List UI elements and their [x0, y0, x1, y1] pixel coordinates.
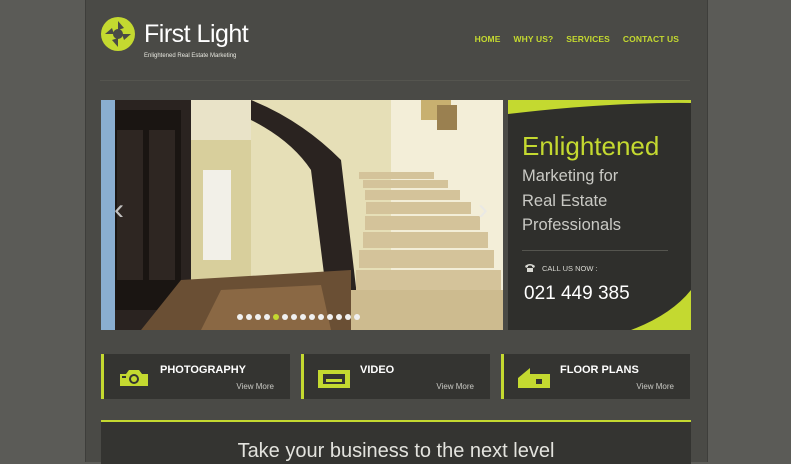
feature-label: FLOOR PLANS: [560, 364, 639, 376]
cta-banner: Take your business to the next level: [101, 420, 691, 464]
slider-dots: [237, 314, 360, 320]
aperture-logo-icon: [101, 17, 135, 51]
promo-subtitle-line: Real Estate: [522, 191, 608, 210]
slider-dot[interactable]: [255, 314, 261, 320]
feature-floor-plans[interactable]: FLOOR PLANS View More: [501, 354, 690, 399]
slider-dot[interactable]: [318, 314, 324, 320]
staircase-hallway-photo: [101, 100, 503, 330]
page: First Light Enlightened Real Estate Mark…: [85, 0, 708, 464]
logo-text: First Light: [144, 20, 249, 48]
promo-divider: [522, 250, 668, 251]
header-divider: [100, 80, 690, 81]
nav-contact-us[interactable]: CONTACT US: [623, 34, 679, 44]
phone-number[interactable]: 021 449 385: [524, 283, 630, 305]
slider-dot[interactable]: [354, 314, 360, 320]
call-us-label: CALL US NOW :: [524, 263, 598, 273]
promo-panel: Enlightened Marketing for Real Estate Pr…: [508, 100, 691, 330]
view-more-link[interactable]: View More: [636, 382, 674, 391]
cta-text: Take your business to the next level: [237, 440, 555, 462]
view-more-link[interactable]: View More: [436, 382, 474, 391]
telephone-icon: [525, 264, 535, 272]
slider-dot[interactable]: [282, 314, 288, 320]
slider-dot[interactable]: [345, 314, 351, 320]
slider-dot[interactable]: [246, 314, 252, 320]
header: First Light Enlightened Real Estate Mark…: [86, 0, 707, 81]
nav-home[interactable]: HOME: [475, 34, 501, 44]
feature-photography[interactable]: PHOTOGRAPHY View More: [101, 354, 290, 399]
call-us-text: CALL US NOW :: [542, 263, 598, 273]
slider-dot[interactable]: [264, 314, 270, 320]
slider-dot[interactable]: [237, 314, 243, 320]
camera-icon: [120, 370, 148, 386]
slider-dot[interactable]: [273, 314, 279, 320]
promo-title: Enlightened: [522, 131, 660, 161]
slider-dot[interactable]: [309, 314, 315, 320]
promo-accent-swoosh: [508, 100, 691, 114]
view-more-link[interactable]: View More: [236, 382, 274, 391]
feature-video[interactable]: VIDEO View More: [301, 354, 490, 399]
features-row: PHOTOGRAPHY View More VIDEO View More FL…: [101, 354, 691, 400]
image-slider[interactable]: ‹ ›: [101, 100, 503, 330]
video-icon: [318, 370, 350, 388]
slider-dot[interactable]: [327, 314, 333, 320]
promo-subtitle: Marketing for Real Estate Professionals: [522, 164, 621, 238]
promo-subtitle-line: Marketing for: [522, 167, 619, 185]
main-nav: HOME WHY US? SERVICES CONTACT US: [475, 34, 679, 44]
promo-subtitle-line: Professionals: [522, 216, 622, 234]
logo[interactable]: First Light Enlightened Real Estate Mark…: [100, 16, 270, 64]
slider-next-arrow-icon[interactable]: ›: [473, 194, 493, 226]
nav-services[interactable]: SERVICES: [566, 34, 610, 44]
house-icon: [518, 368, 550, 388]
slider-dot[interactable]: [336, 314, 342, 320]
nav-why-us[interactable]: WHY US?: [514, 34, 554, 44]
feature-label: PHOTOGRAPHY: [160, 364, 246, 376]
slider-dot[interactable]: [300, 314, 306, 320]
logo-tagline: Enlightened Real Estate Marketing: [144, 53, 237, 59]
promo-corner-accent: [631, 290, 691, 330]
slider-prev-arrow-icon[interactable]: ‹: [109, 194, 129, 226]
slider-dot[interactable]: [291, 314, 297, 320]
feature-label: VIDEO: [360, 364, 395, 376]
